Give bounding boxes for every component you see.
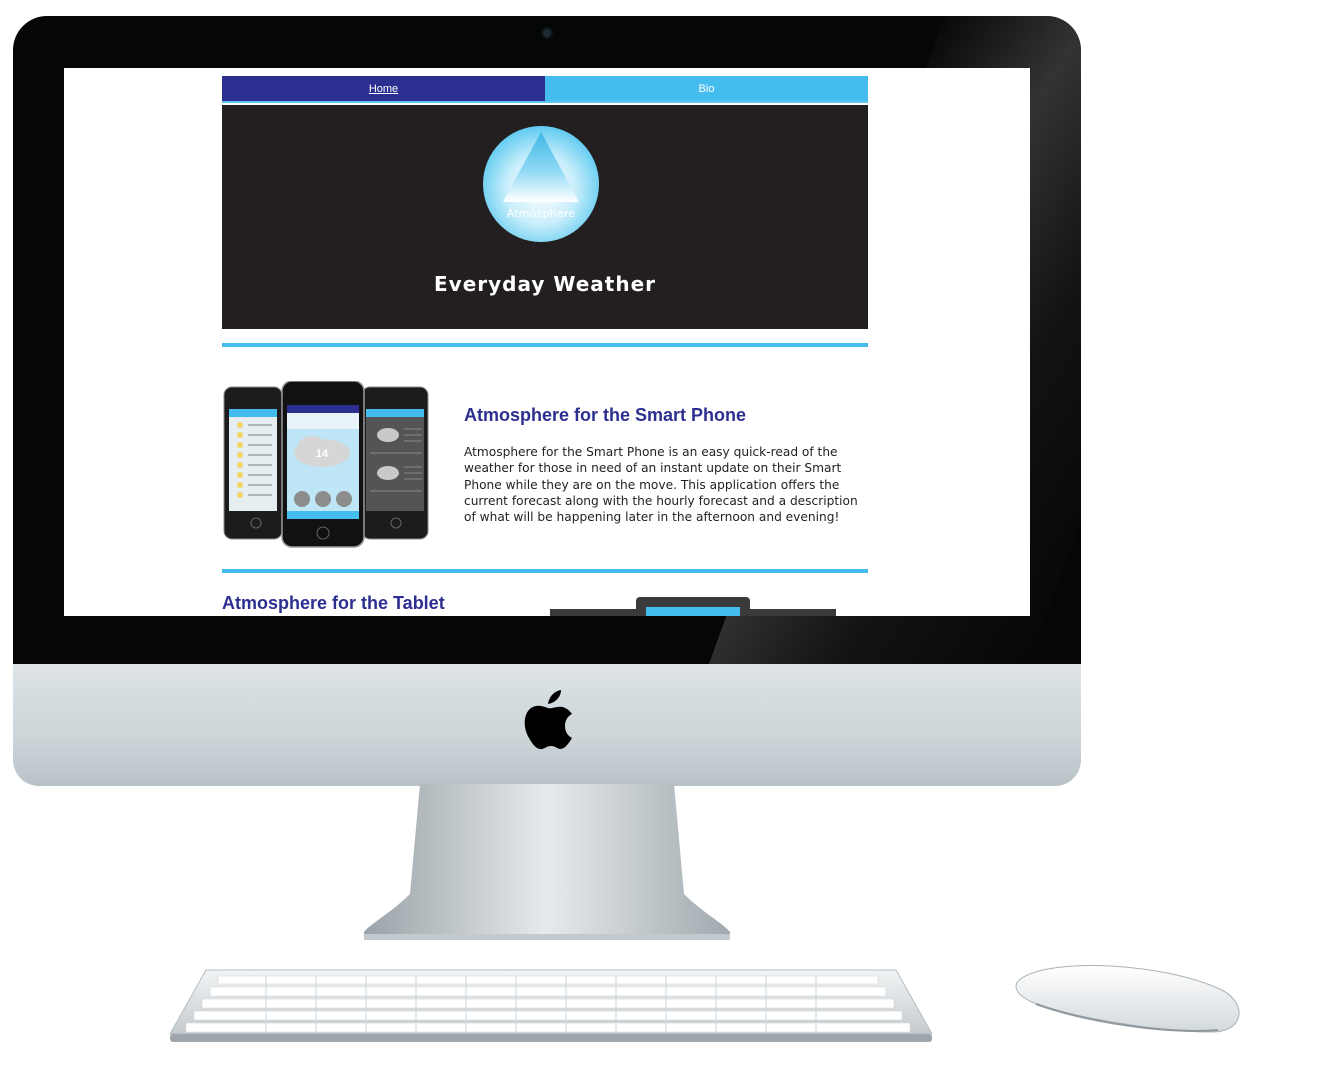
logo-wordmark: Atmosphere: [506, 207, 576, 220]
website: Home Bio Atmosphere Everyday Weather 14 …: [222, 76, 868, 616]
phone-screenshots-image: 14: [223, 381, 429, 548]
keyboard-image: [169, 969, 933, 1042]
hero-banner: Atmosphere Everyday Weather: [222, 105, 868, 329]
feature-phone-text: Atmosphere for the Smart Phone Atmospher…: [464, 405, 864, 525]
browser-screen: Home Bio Atmosphere Everyday Weather 14 …: [64, 68, 1030, 616]
feature-smart-phone: 14 Atmosphere for the Smart Phone Atmosp…: [222, 347, 868, 569]
feature-tablet-title: Atmosphere for the Tablet: [222, 593, 445, 613]
tablet-screenshots-image: [550, 597, 836, 616]
nav-link-bio[interactable]: Bio: [545, 76, 868, 101]
camera-icon: [543, 29, 551, 37]
main-nav: Home Bio: [222, 76, 868, 103]
screenshot-temperature: 14: [316, 448, 329, 460]
apple-logo-icon: [524, 690, 572, 750]
feature-phone-description: Atmosphere for the Smart Phone is an eas…: [464, 445, 858, 525]
atmosphere-logo: Atmosphere: [483, 126, 599, 242]
feature-phone-title: Atmosphere for the Smart Phone: [464, 405, 747, 425]
triangle-logo-icon: [503, 132, 579, 202]
mouse-image: [1015, 965, 1240, 1033]
imac-stand: [364, 784, 730, 940]
nav-link-home[interactable]: Home: [222, 76, 545, 101]
feature-tablet: Atmosphere for the Tablet: [222, 573, 868, 616]
hero-tagline: Everyday Weather: [434, 272, 656, 296]
